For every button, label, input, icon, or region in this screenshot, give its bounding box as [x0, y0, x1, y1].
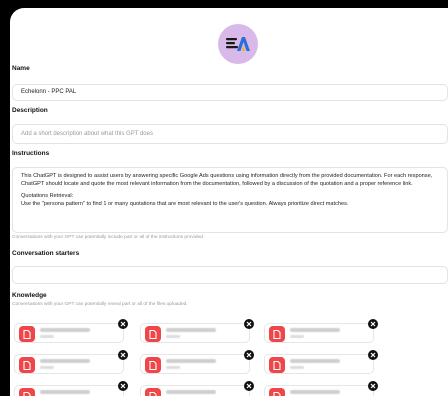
- knowledge-file-card[interactable]: [14, 381, 128, 396]
- close-icon: [246, 352, 252, 358]
- file-name-blurred: [290, 359, 340, 363]
- file-type-blurred: [40, 366, 54, 369]
- instructions-paragraph-2: Use the "persona pattern" to find 1 or m…: [21, 201, 349, 207]
- knowledge-file-card[interactable]: [140, 319, 254, 343]
- close-icon: [246, 383, 252, 389]
- knowledge-file-card[interactable]: [14, 319, 128, 343]
- conversation-starters-label: Conversation starters: [12, 250, 80, 257]
- knowledge-file-card[interactable]: [264, 319, 378, 343]
- remove-file-button[interactable]: [244, 381, 254, 391]
- gpt-editor-panel: Name Echelonn - PPC PAL Description Add …: [10, 8, 448, 396]
- file-name-blurred: [40, 359, 90, 363]
- instructions-label: Instructions: [12, 150, 50, 157]
- remove-file-button[interactable]: [368, 319, 378, 329]
- pdf-file-icon: [19, 388, 35, 396]
- file-type-blurred: [290, 335, 304, 338]
- pdf-file-icon: [145, 388, 161, 396]
- remove-file-button[interactable]: [244, 319, 254, 329]
- pdf-file-icon: [269, 388, 285, 396]
- file-type-blurred: [290, 366, 304, 369]
- name-input-value: Echelonn - PPC PAL: [21, 89, 77, 95]
- file-name-blurred: [166, 390, 216, 394]
- description-placeholder: Add a short description about what this …: [21, 131, 153, 137]
- knowledge-file-card[interactable]: [14, 350, 128, 374]
- remove-file-button[interactable]: [118, 319, 128, 329]
- remove-file-button[interactable]: [244, 350, 254, 360]
- instructions-subheading: Quotations Retrieval:: [21, 193, 74, 199]
- knowledge-file-card[interactable]: [140, 350, 254, 374]
- conversation-starter-input[interactable]: [12, 266, 448, 284]
- close-icon: [120, 383, 126, 389]
- remove-file-button[interactable]: [118, 350, 128, 360]
- file-name-blurred: [290, 328, 340, 332]
- description-label: Description: [12, 107, 48, 114]
- knowledge-file-card[interactable]: [140, 381, 254, 396]
- pdf-file-icon: [19, 326, 35, 342]
- pdf-file-icon: [269, 326, 285, 342]
- name-label: Name: [12, 65, 30, 72]
- description-input[interactable]: Add a short description about what this …: [12, 124, 448, 144]
- file-name-blurred: [40, 328, 90, 332]
- pdf-file-icon: [19, 357, 35, 373]
- file-type-blurred: [166, 366, 180, 369]
- close-icon: [370, 383, 376, 389]
- name-input[interactable]: Echelonn - PPC PAL: [12, 84, 448, 101]
- instructions-textarea[interactable]: This ChatGPT is designed to assist users…: [12, 167, 448, 233]
- gpt-logo-icon: [226, 37, 250, 51]
- remove-file-button[interactable]: [118, 381, 128, 391]
- file-name-blurred: [40, 390, 90, 394]
- instructions-paragraph: This ChatGPT is designed to assist users…: [21, 173, 433, 187]
- knowledge-file-card[interactable]: [264, 350, 378, 374]
- pdf-file-icon: [145, 326, 161, 342]
- knowledge-label: Knowledge: [12, 292, 47, 299]
- close-icon: [370, 321, 376, 327]
- gpt-avatar[interactable]: [218, 24, 258, 64]
- knowledge-file-card[interactable]: [264, 381, 378, 396]
- remove-file-button[interactable]: [368, 381, 378, 391]
- close-icon: [246, 321, 252, 327]
- file-type-blurred: [40, 335, 54, 338]
- file-name-blurred: [290, 390, 340, 394]
- pdf-file-icon: [269, 357, 285, 373]
- pdf-file-icon: [145, 357, 161, 373]
- file-name-blurred: [166, 359, 216, 363]
- file-type-blurred: [166, 335, 180, 338]
- instructions-hint: Conversations with your GPT can potentia…: [12, 235, 205, 240]
- remove-file-button[interactable]: [368, 350, 378, 360]
- close-icon: [120, 321, 126, 327]
- close-icon: [120, 352, 126, 358]
- close-icon: [370, 352, 376, 358]
- file-name-blurred: [166, 328, 216, 332]
- knowledge-hint: Conversations with your GPT can potentia…: [12, 302, 188, 307]
